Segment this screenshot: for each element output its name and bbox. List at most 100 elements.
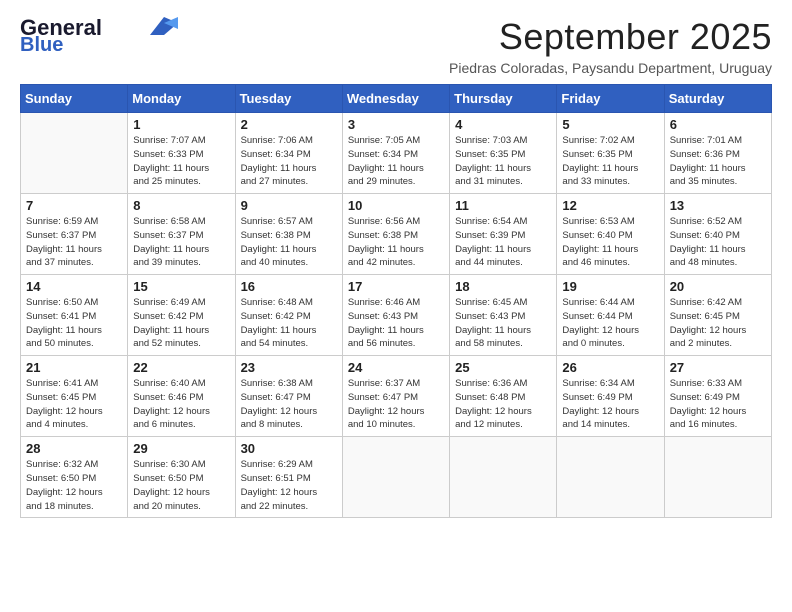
day-number: 24	[348, 360, 444, 375]
calendar-week-row: 1 Sunrise: 7:07 AM Sunset: 6:33 PM Daylig…	[21, 113, 772, 194]
day-number: 11	[455, 198, 551, 213]
calendar-cell: 6Sunrise: 7:01 AM Sunset: 6:36 PM Daylig…	[664, 113, 771, 194]
calendar-cell: 23 Sunrise: 6:38 AM Sunset: 6:47 PM Dayli…	[235, 356, 342, 437]
calendar-cell: 19Sunrise: 6:44 AM Sunset: 6:44 PM Dayli…	[557, 275, 664, 356]
day-info: Sunrise: 6:33 AM Sunset: 6:49 PM Dayligh…	[670, 377, 766, 432]
day-number: 28	[26, 441, 122, 456]
calendar-cell: 8 Sunrise: 6:58 AM Sunset: 6:37 PM Daylig…	[128, 194, 235, 275]
day-info: Sunrise: 6:37 AM Sunset: 6:47 PM Dayligh…	[348, 377, 444, 432]
calendar-cell: 10 Sunrise: 6:56 AM Sunset: 6:38 PM Dayli…	[342, 194, 449, 275]
calendar-cell: 22 Sunrise: 6:40 AM Sunset: 6:46 PM Dayli…	[128, 356, 235, 437]
day-info: Sunrise: 6:45 AM Sunset: 6:43 PM Dayligh…	[455, 296, 551, 351]
day-number: 30	[241, 441, 337, 456]
calendar-cell	[21, 113, 128, 194]
day-number: 22	[133, 360, 229, 375]
calendar-table: SundayMondayTuesdayWednesdayThursdayFrid…	[20, 84, 772, 518]
calendar-cell: 21 Sunrise: 6:41 AM Sunset: 6:45 PM Dayli…	[21, 356, 128, 437]
calendar-week-row: 21 Sunrise: 6:41 AM Sunset: 6:45 PM Dayli…	[21, 356, 772, 437]
day-number: 23	[241, 360, 337, 375]
title-block: September 2025 Piedras Coloradas, Paysan…	[449, 16, 772, 76]
weekday-header: Wednesday	[342, 85, 449, 113]
day-number: 20	[670, 279, 766, 294]
page-header: General Blue September 2025 Piedras Colo…	[20, 16, 772, 76]
day-info: Sunrise: 6:58 AM Sunset: 6:37 PM Dayligh…	[133, 215, 229, 270]
calendar-cell: 17 Sunrise: 6:46 AM Sunset: 6:43 PM Dayli…	[342, 275, 449, 356]
day-info: Sunrise: 6:50 AM Sunset: 6:41 PM Dayligh…	[26, 296, 122, 351]
calendar-week-row: 7 Sunrise: 6:59 AM Sunset: 6:37 PM Daylig…	[21, 194, 772, 275]
calendar-cell: 27 Sunrise: 6:33 AM Sunset: 6:49 PM Dayli…	[664, 356, 771, 437]
logo: General Blue	[20, 16, 178, 56]
day-info: Sunrise: 6:59 AM Sunset: 6:37 PM Dayligh…	[26, 215, 122, 270]
day-number: 1	[133, 117, 229, 132]
day-info: Sunrise: 7:05 AM Sunset: 6:34 PM Dayligh…	[348, 134, 444, 189]
calendar-cell: 14 Sunrise: 6:50 AM Sunset: 6:41 PM Dayli…	[21, 275, 128, 356]
day-number: 29	[133, 441, 229, 456]
day-info: Sunrise: 6:32 AM Sunset: 6:50 PM Dayligh…	[26, 458, 122, 513]
day-info: Sunrise: 6:48 AM Sunset: 6:42 PM Dayligh…	[241, 296, 337, 351]
calendar-cell: 25 Sunrise: 6:36 AM Sunset: 6:48 PM Dayli…	[450, 356, 557, 437]
day-info: Sunrise: 7:01 AM Sunset: 6:36 PM Dayligh…	[670, 134, 766, 189]
day-info: Sunrise: 6:34 AM Sunset: 6:49 PM Dayligh…	[562, 377, 658, 432]
calendar-cell: 5 Sunrise: 7:02 AM Sunset: 6:35 PM Daylig…	[557, 113, 664, 194]
day-info: Sunrise: 6:56 AM Sunset: 6:38 PM Dayligh…	[348, 215, 444, 270]
logo-blue: Blue	[20, 34, 63, 56]
day-number: 7	[26, 198, 122, 213]
day-info: Sunrise: 6:49 AM Sunset: 6:42 PM Dayligh…	[133, 296, 229, 351]
day-info: Sunrise: 7:02 AM Sunset: 6:35 PM Dayligh…	[562, 134, 658, 189]
day-number: 17	[348, 279, 444, 294]
day-info: Sunrise: 6:36 AM Sunset: 6:48 PM Dayligh…	[455, 377, 551, 432]
day-info: Sunrise: 6:42 AM Sunset: 6:45 PM Dayligh…	[670, 296, 766, 351]
day-info: Sunrise: 7:07 AM Sunset: 6:33 PM Dayligh…	[133, 134, 229, 189]
day-number: 10	[348, 198, 444, 213]
day-number: 14	[26, 279, 122, 294]
calendar-cell: 30 Sunrise: 6:29 AM Sunset: 6:51 PM Dayli…	[235, 437, 342, 518]
weekday-header: Monday	[128, 85, 235, 113]
weekday-header: Sunday	[21, 85, 128, 113]
calendar-cell: 26 Sunrise: 6:34 AM Sunset: 6:49 PM Dayli…	[557, 356, 664, 437]
day-info: Sunrise: 6:29 AM Sunset: 6:51 PM Dayligh…	[241, 458, 337, 513]
calendar-cell: 2Sunrise: 7:06 AM Sunset: 6:34 PM Daylig…	[235, 113, 342, 194]
day-info: Sunrise: 7:03 AM Sunset: 6:35 PM Dayligh…	[455, 134, 551, 189]
day-number: 8	[133, 198, 229, 213]
calendar-cell: 24 Sunrise: 6:37 AM Sunset: 6:47 PM Dayli…	[342, 356, 449, 437]
calendar-cell: 20 Sunrise: 6:42 AM Sunset: 6:45 PM Dayli…	[664, 275, 771, 356]
day-info: Sunrise: 6:53 AM Sunset: 6:40 PM Dayligh…	[562, 215, 658, 270]
day-number: 16	[241, 279, 337, 294]
logo-icon	[150, 17, 178, 35]
calendar-cell: 4 Sunrise: 7:03 AM Sunset: 6:35 PM Daylig…	[450, 113, 557, 194]
calendar-cell: 1 Sunrise: 7:07 AM Sunset: 6:33 PM Daylig…	[128, 113, 235, 194]
weekday-header: Thursday	[450, 85, 557, 113]
calendar-cell: 11 Sunrise: 6:54 AM Sunset: 6:39 PM Dayli…	[450, 194, 557, 275]
calendar-cell: 15 Sunrise: 6:49 AM Sunset: 6:42 PM Dayli…	[128, 275, 235, 356]
day-number: 19	[562, 279, 658, 294]
month-title: September 2025	[449, 16, 772, 58]
calendar-cell: 9Sunrise: 6:57 AM Sunset: 6:38 PM Daylig…	[235, 194, 342, 275]
day-info: Sunrise: 6:40 AM Sunset: 6:46 PM Dayligh…	[133, 377, 229, 432]
weekday-header: Saturday	[664, 85, 771, 113]
day-info: Sunrise: 6:41 AM Sunset: 6:45 PM Dayligh…	[26, 377, 122, 432]
day-number: 13	[670, 198, 766, 213]
day-info: Sunrise: 6:46 AM Sunset: 6:43 PM Dayligh…	[348, 296, 444, 351]
day-number: 15	[133, 279, 229, 294]
day-number: 27	[670, 360, 766, 375]
day-number: 25	[455, 360, 551, 375]
weekday-header: Tuesday	[235, 85, 342, 113]
day-number: 26	[562, 360, 658, 375]
day-info: Sunrise: 6:54 AM Sunset: 6:39 PM Dayligh…	[455, 215, 551, 270]
calendar-cell: 12Sunrise: 6:53 AM Sunset: 6:40 PM Dayli…	[557, 194, 664, 275]
calendar-cell: 29Sunrise: 6:30 AM Sunset: 6:50 PM Dayli…	[128, 437, 235, 518]
day-number: 3	[348, 117, 444, 132]
calendar-cell: 18Sunrise: 6:45 AM Sunset: 6:43 PM Dayli…	[450, 275, 557, 356]
calendar-cell	[342, 437, 449, 518]
calendar-cell: 3 Sunrise: 7:05 AM Sunset: 6:34 PM Daylig…	[342, 113, 449, 194]
day-info: Sunrise: 6:52 AM Sunset: 6:40 PM Dayligh…	[670, 215, 766, 270]
day-number: 21	[26, 360, 122, 375]
day-number: 5	[562, 117, 658, 132]
calendar-week-row: 14 Sunrise: 6:50 AM Sunset: 6:41 PM Dayli…	[21, 275, 772, 356]
day-info: Sunrise: 6:57 AM Sunset: 6:38 PM Dayligh…	[241, 215, 337, 270]
day-number: 2	[241, 117, 337, 132]
day-info: Sunrise: 6:38 AM Sunset: 6:47 PM Dayligh…	[241, 377, 337, 432]
day-number: 4	[455, 117, 551, 132]
calendar-cell	[557, 437, 664, 518]
calendar-cell: 16 Sunrise: 6:48 AM Sunset: 6:42 PM Dayli…	[235, 275, 342, 356]
